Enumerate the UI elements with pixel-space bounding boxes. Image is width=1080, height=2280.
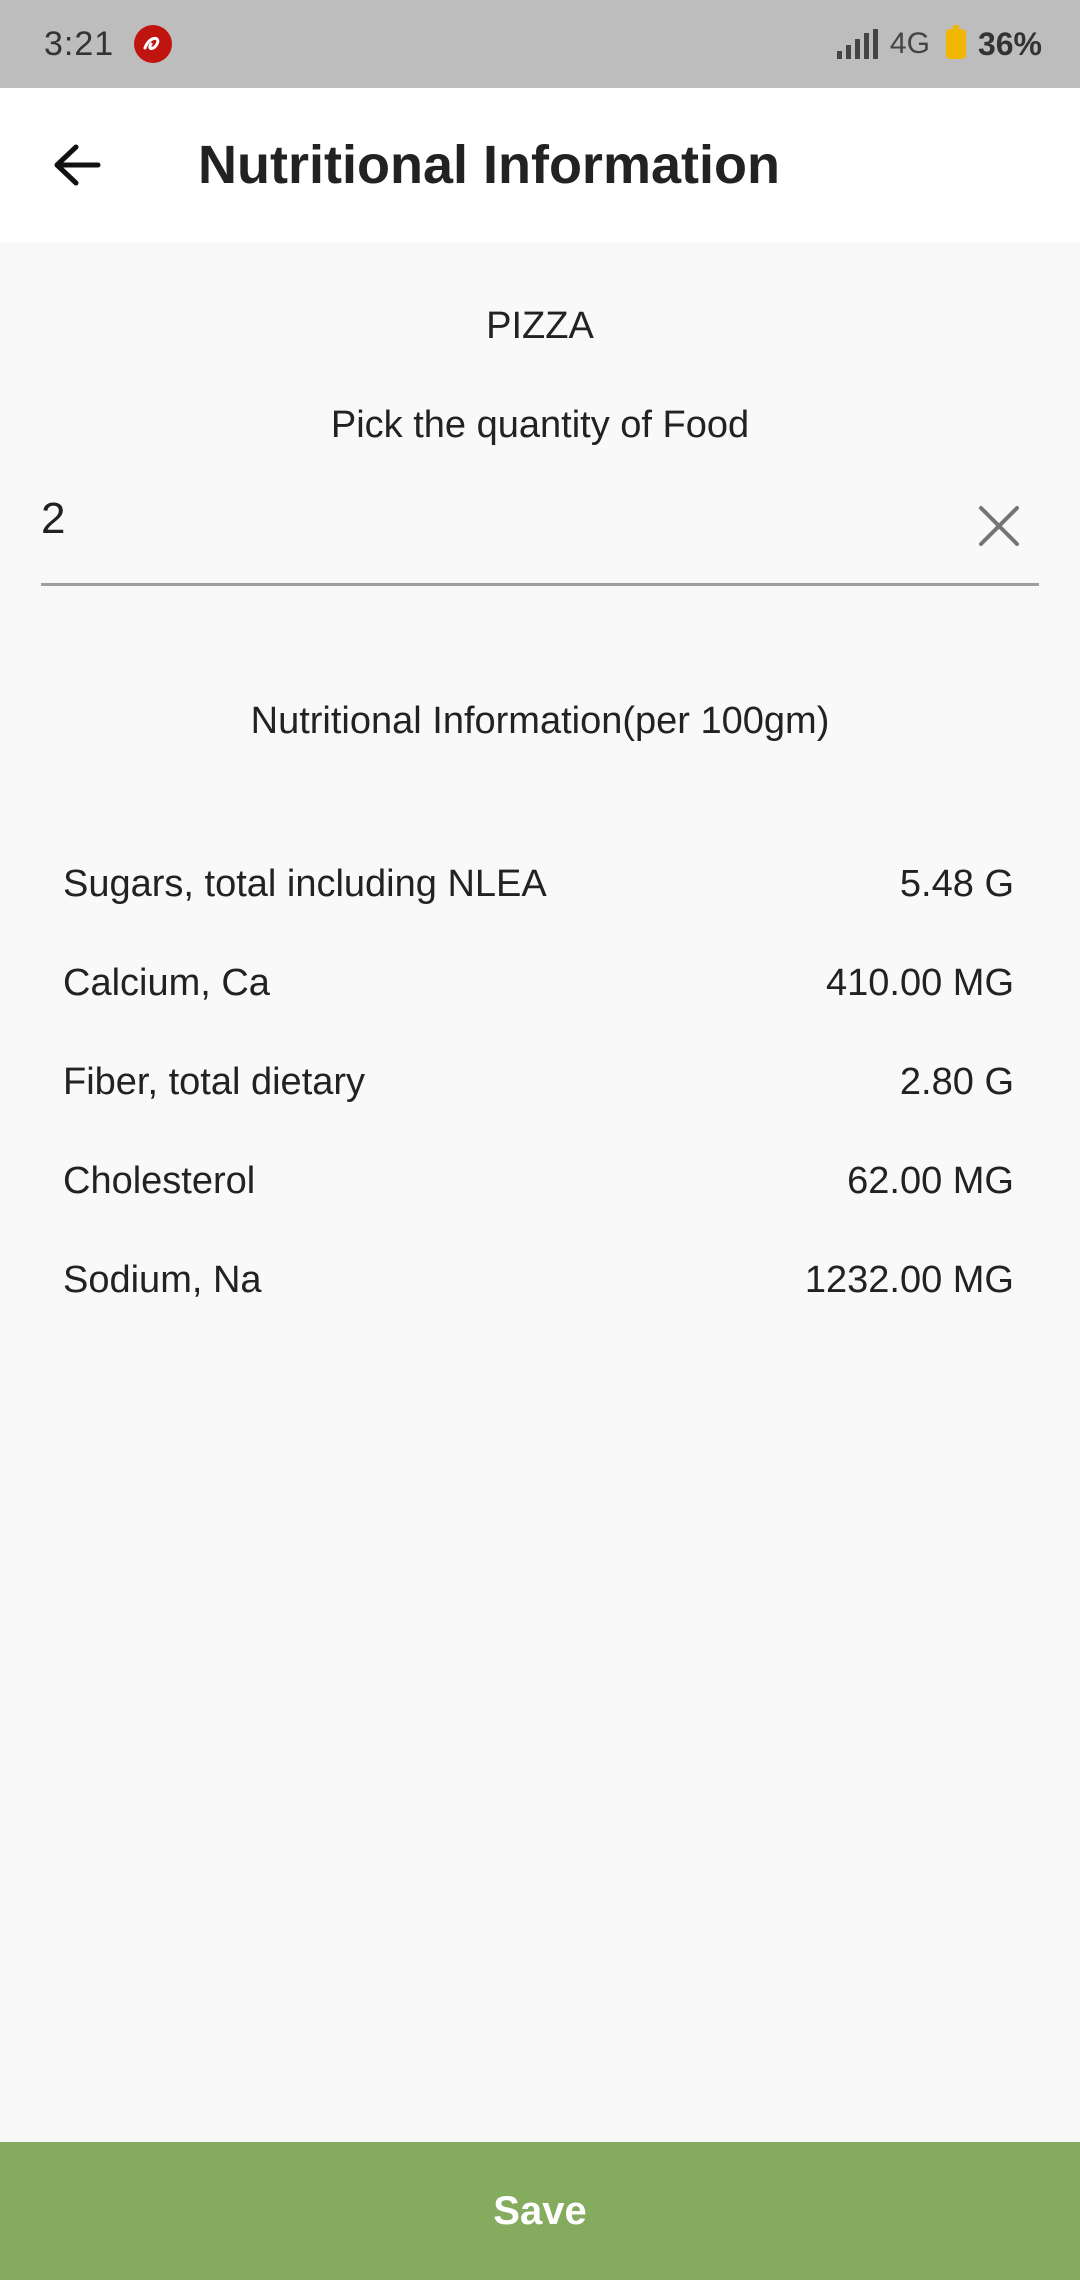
status-time: 3:21 [44, 24, 115, 63]
app-bar: Nutritional Information [0, 88, 1080, 242]
battery-icon [945, 25, 966, 59]
nutrient-label: Cholesterol [63, 1160, 256, 1202]
status-right: 4G 36% [836, 25, 1042, 63]
airtel-icon [134, 25, 173, 63]
status-bar: 3:21 4G 36% [0, 0, 1080, 88]
food-name: PIZZA [486, 305, 594, 347]
back-button[interactable] [32, 120, 122, 210]
nutrient-row: Cholesterol 62.00 MG [63, 1132, 1014, 1231]
arrow-left-icon [54, 144, 101, 186]
nutrient-row: Calcium, Ca 410.00 MG [63, 934, 1014, 1033]
nutrient-row: Fiber, total dietary 2.80 G [63, 1033, 1014, 1132]
nutrient-label: Sodium, Na [63, 1259, 262, 1301]
network-type: 4G [889, 27, 930, 60]
clear-button[interactable] [959, 486, 1039, 566]
quantity-prompt: Pick the quantity of Food [330, 404, 750, 446]
nutrient-label: Calcium, Ca [63, 962, 270, 1004]
nutrient-row: Sugars, total including NLEA 5.48 G [63, 835, 1014, 934]
save-button[interactable]: Save [0, 2142, 1080, 2280]
nutrient-label: Sugars, total including NLEA [63, 863, 547, 905]
nutrient-value: 62.00 MG [847, 1160, 1014, 1202]
nutrient-value: 5.48 G [899, 863, 1014, 905]
nutrient-value: 410.00 MG [826, 962, 1014, 1004]
nutrition-heading: Nutritional Information(per 100gm) [250, 700, 830, 742]
quantity-input[interactable] [41, 478, 841, 559]
nutrient-row: Sodium, Na 1232.00 MG [63, 1231, 1014, 1330]
nutrient-list: Sugars, total including NLEA 5.48 G Calc… [63, 835, 1014, 1330]
signal-icon [836, 29, 878, 59]
page-title: Nutritional Information [198, 135, 780, 195]
battery-percent: 36% [977, 25, 1042, 62]
status-left: 3:21 [44, 24, 173, 64]
close-icon [979, 505, 1019, 546]
nutrient-value: 1232.00 MG [804, 1259, 1014, 1301]
quantity-field [41, 468, 1039, 586]
nutrient-value: 2.80 G [899, 1061, 1014, 1103]
nutrient-label: Fiber, total dietary [63, 1061, 366, 1103]
